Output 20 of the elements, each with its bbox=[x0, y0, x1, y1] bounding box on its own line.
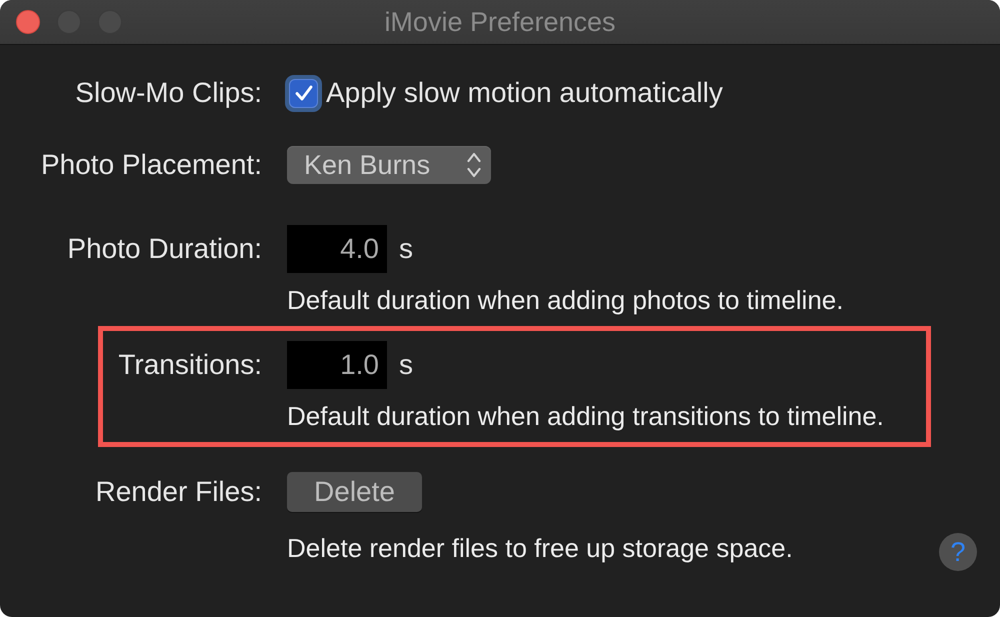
description-text: Delete render files to free up storage space. bbox=[287, 532, 793, 564]
popup-button[interactable]: Ken Burns bbox=[287, 146, 491, 184]
setting-label: Render Files: bbox=[95, 476, 262, 508]
checkmark-icon bbox=[294, 85, 312, 101]
checkbox[interactable] bbox=[285, 74, 322, 112]
setting-label: Transitions: bbox=[118, 349, 262, 381]
checkbox-label[interactable]: Apply slow motion automatically bbox=[326, 77, 723, 109]
setting-label: Photo Placement: bbox=[40, 149, 262, 181]
description-text: Default duration when adding transitions to timeline. bbox=[287, 400, 884, 432]
description-text: Default duration when adding photos to timeline. bbox=[287, 284, 844, 316]
close-button[interactable] bbox=[16, 10, 40, 34]
duration-field[interactable]: 4.0 bbox=[287, 225, 387, 273]
delete-button[interactable]: Delete bbox=[287, 472, 422, 512]
duration-field[interactable]: 1.0 bbox=[287, 341, 387, 389]
unit-label: s bbox=[399, 233, 413, 265]
window-title: iMovie Preferences bbox=[384, 6, 616, 38]
setting-label: Slow-Mo Clips: bbox=[75, 77, 262, 109]
setting-label: Photo Duration: bbox=[67, 233, 262, 265]
unit-label: s bbox=[399, 349, 413, 381]
chevron-up-down-icon bbox=[467, 152, 481, 178]
